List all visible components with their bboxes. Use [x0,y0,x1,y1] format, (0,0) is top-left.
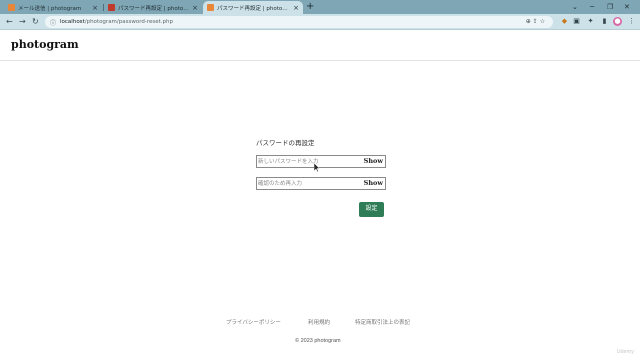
back-icon[interactable]: ← [6,16,13,28]
sidebar-icon[interactable]: ▮ [600,17,609,26]
url-path: /photogram/password-reset.php [84,19,174,25]
fox-extension-icon[interactable]: ◆ [560,17,569,26]
favicon-icon [8,4,15,11]
browser-tab-bar: メール送信 | photogram × パスワード再設定 | photogram… [0,0,640,14]
footer-link-terms[interactable]: 利用規約 [308,318,330,326]
footer-link-commerce-law[interactable]: 特定商取引法上の表記 [355,318,410,326]
show-password-button[interactable]: Show [364,157,383,165]
extension-icon[interactable]: ▣ [572,17,581,26]
address-bar[interactable]: ⓘ localhost /photogram/password-reset.ph… [45,16,553,28]
confirm-password-field: Show [256,177,386,190]
menu-kebab-icon[interactable]: ⋮ [627,17,636,26]
chevron-down-icon[interactable]: ⌄ [572,1,578,13]
puzzle-icon[interactable]: ✦ [586,17,595,26]
url-host: localhost [60,19,85,25]
close-window-icon[interactable]: ✕ [624,1,630,13]
mouse-cursor-icon [314,163,320,172]
bookmark-star-icon[interactable]: ☆ [540,18,545,25]
new-password-field: Show [256,155,386,168]
show-confirm-password-button[interactable]: Show [364,179,383,187]
tab-title: パスワード再設定 | photogram [217,5,291,12]
info-icon[interactable]: ⓘ [50,18,56,27]
watermark: Udemy [616,349,634,355]
close-icon[interactable]: × [92,4,98,12]
zoom-icon[interactable]: ⊕ [526,18,531,25]
tab-password-reset[interactable]: パスワード再設定 | photogram × [203,1,303,14]
close-icon[interactable]: × [192,4,198,12]
restore-icon[interactable]: ❐ [607,1,613,13]
tab-title: メール送信 | photogram [18,5,82,12]
forward-icon[interactable]: → [19,16,26,28]
reload-icon[interactable]: ↻ [32,16,39,28]
site-logo[interactable]: photogram [11,38,79,51]
browser-toolbar: ← → ↻ ⓘ localhost /photogram/password-re… [0,14,640,30]
favicon-icon [207,4,214,11]
page-title: パスワードの再設定 [256,140,315,147]
profile-avatar[interactable]: ● [613,17,622,26]
close-icon[interactable]: × [293,4,299,12]
omnibox-actions: ⊕ ⇪ ☆ [526,18,545,25]
minimize-icon[interactable]: ─ [590,1,594,13]
share-icon[interactable]: ⇪ [533,18,538,25]
footer-link-privacy[interactable]: プライバシーポリシー [226,318,281,326]
site-header: photogram [0,30,640,61]
new-password-input[interactable] [258,156,358,167]
submit-button[interactable]: 設定 [359,202,384,217]
new-tab-button[interactable]: + [306,1,314,13]
tab-title: パスワード再設定 | photogram - #... [118,5,189,12]
tab-mail-send[interactable]: メール送信 | photogram × [4,1,102,14]
tab-password-reset-mail[interactable]: パスワード再設定 | photogram - #... × [104,1,202,14]
confirm-password-input[interactable] [258,178,358,189]
favicon-icon [108,4,115,11]
copyright: © 2023 photogram [295,338,341,344]
